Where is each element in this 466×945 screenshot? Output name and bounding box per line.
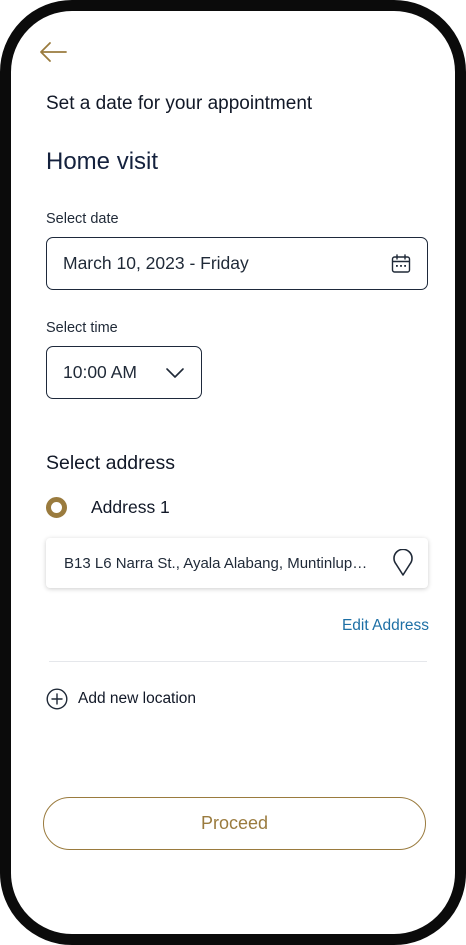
chevron-down-icon: [165, 367, 185, 379]
address-line: B13 L6 Narra St., Ayala Alabang, Muntinl…: [64, 554, 374, 572]
add-new-location-label: Add new location: [78, 690, 197, 707]
select-time-label: Select time: [46, 320, 118, 336]
add-new-location-button[interactable]: Add new location: [46, 688, 196, 710]
phone-screen: Set a date for your appointment Home vis…: [0, 0, 466, 945]
plus-circle-icon: [46, 688, 68, 710]
divider: [49, 661, 427, 662]
select-date-label: Select date: [46, 211, 119, 227]
back-button[interactable]: [38, 37, 68, 67]
date-picker-field[interactable]: March 10, 2023 - Friday: [46, 237, 428, 290]
location-pin-icon[interactable]: [392, 549, 414, 577]
select-address-heading: Select address: [46, 452, 175, 474]
calendar-icon[interactable]: [391, 253, 411, 274]
proceed-button[interactable]: Proceed: [43, 797, 426, 850]
address-card[interactable]: B13 L6 Narra St., Ayala Alabang, Muntinl…: [46, 538, 428, 588]
date-value: March 10, 2023 - Friday: [63, 253, 249, 273]
address-radio-selected[interactable]: [46, 497, 67, 518]
page-subtitle: Set a date for your appointment: [46, 93, 313, 114]
edit-address-link[interactable]: Edit Address: [342, 617, 429, 635]
time-dropdown[interactable]: 10:00 AM: [46, 346, 202, 399]
page-title: Home visit: [46, 148, 159, 175]
arrow-left-icon: [40, 42, 67, 62]
time-value: 10:00 AM: [63, 362, 137, 382]
address-name: Address 1: [91, 497, 170, 517]
